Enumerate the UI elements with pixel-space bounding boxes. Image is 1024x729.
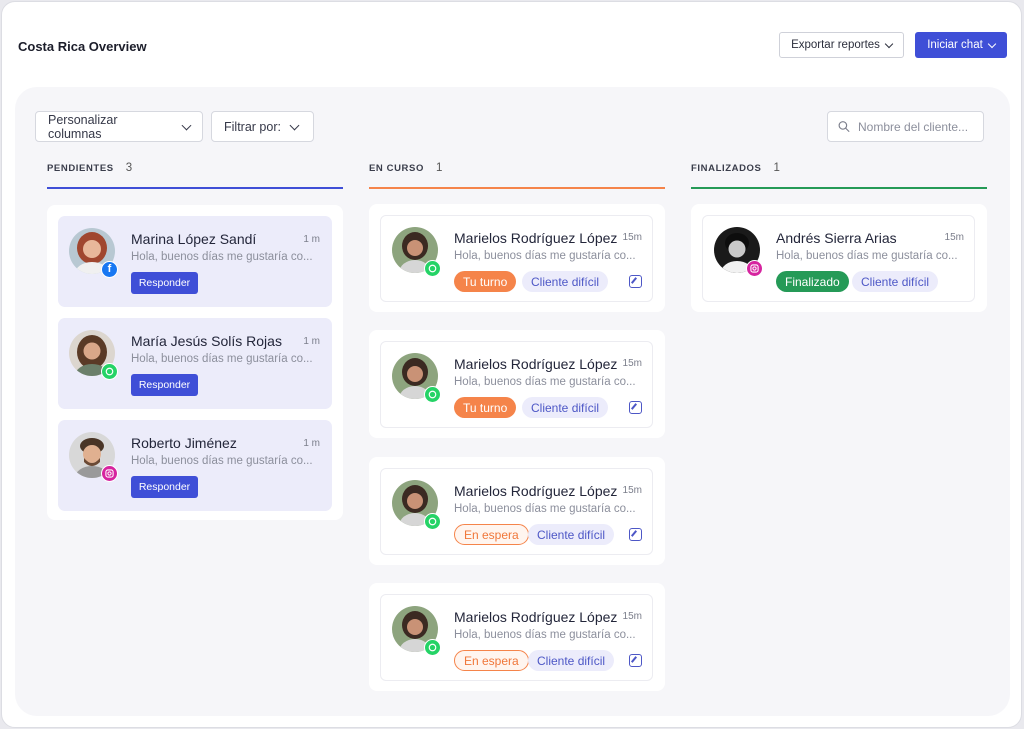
elapsed-time: 15m (622, 358, 642, 369)
column-title: FINALIZADOS (691, 163, 762, 174)
column-title: EN CURSO (369, 163, 424, 174)
status-badge: Finalizado (776, 271, 849, 292)
contact-name: Marina López Sandí (131, 231, 257, 247)
customize-columns-label: Personalizar columnas (48, 112, 118, 141)
export-label: Exportar reportes (791, 39, 880, 51)
column-title: PENDIENTES (47, 163, 114, 174)
status-badge: Tu turno (454, 271, 517, 292)
column-underline (691, 187, 987, 189)
column-header-pending: PENDIENTES 3 (47, 162, 343, 189)
contact-name: Marielos Rodríguez López (454, 230, 618, 246)
chevron-down-icon (987, 39, 997, 48)
chevron-down-icon (181, 120, 192, 130)
message-preview: Hola, buenos días me gustaría co... (131, 353, 313, 365)
elapsed-time: 15m (622, 232, 642, 243)
start-chat-button[interactable]: Iniciar chat (915, 32, 1007, 58)
in-progress-chat-card[interactable]: Marielos Rodríguez López 15m Hola, bueno… (369, 583, 665, 691)
finished-chat-card[interactable]: Andrés Sierra Arias 15m Hola, buenos día… (691, 204, 987, 312)
contact-name: Roberto Jiménez (131, 435, 237, 451)
start-chat-label: Iniciar chat (927, 39, 983, 51)
message-preview: Hola, buenos días me gustaría co... (776, 250, 958, 262)
in-progress-chat-card[interactable]: Marielos Rodríguez López 15m Hola, bueno… (369, 457, 665, 565)
contact-name: María Jesús Solís Rojas (131, 333, 282, 349)
contact-name: Andrés Sierra Arias (776, 230, 897, 246)
pending-chat-card[interactable]: Roberto Jiménez 1 m Hola, buenos días me… (58, 420, 332, 511)
message-preview: Hola, buenos días me gustaría co... (454, 629, 636, 641)
chat-card-inner: Marielos Rodríguez López 15m Hola, bueno… (380, 468, 653, 555)
column-header-in-progress: EN CURSO 1 (369, 162, 665, 189)
elapsed-time: 1 m (303, 438, 320, 449)
message-preview: Hola, buenos días me gustaría co... (454, 250, 636, 262)
client-tag: Cliente difícil (852, 271, 939, 292)
client-tag: Cliente difícil (522, 397, 609, 418)
filter-dropdown[interactable]: Filtrar por: (211, 111, 314, 142)
chat-card-inner: Marielos Rodríguez López 15m Hola, bueno… (380, 341, 653, 428)
pending-chat-card[interactable]: f Marina López Sandí 1 m Hola, buenos dí… (58, 216, 332, 307)
column-count: 3 (125, 162, 133, 174)
in-progress-chat-card[interactable]: Marielos Rodríguez López 15m Hola, bueno… (369, 204, 665, 312)
facebook-icon: f (101, 261, 118, 278)
column-header-finished: FINALIZADOS 1 (691, 162, 987, 189)
status-badge: En espera (454, 524, 529, 545)
client-tag: Cliente difícil (522, 271, 609, 292)
column-count: 1 (435, 162, 443, 174)
status-badge: En espera (454, 650, 529, 671)
column-underline (47, 187, 343, 189)
whatsapp-icon (424, 260, 441, 277)
client-tag: Cliente difícil (528, 650, 615, 671)
instagram-icon (746, 260, 763, 277)
contact-name: Marielos Rodríguez López (454, 356, 618, 372)
edit-icon[interactable] (629, 275, 642, 288)
whatsapp-icon (424, 386, 441, 403)
message-preview: Hola, buenos días me gustaría co... (131, 455, 313, 467)
search-input[interactable] (858, 119, 973, 134)
app-window: Costa Rica Overview Exportar reportes In… (1, 1, 1022, 728)
pending-chat-card[interactable]: María Jesús Solís Rojas 1 m Hola, buenos… (58, 318, 332, 409)
contact-name: Marielos Rodríguez López (454, 609, 618, 625)
elapsed-time: 1 m (303, 234, 320, 245)
elapsed-time: 15m (622, 611, 642, 622)
page-title: Costa Rica Overview (18, 39, 147, 54)
chevron-down-icon (884, 39, 894, 48)
chat-card-inner: Marielos Rodríguez López 15m Hola, bueno… (380, 594, 653, 681)
elapsed-time: 1 m (303, 336, 320, 347)
edit-icon[interactable] (629, 401, 642, 414)
customize-columns-dropdown[interactable]: Personalizar columnas (35, 111, 203, 142)
respond-button[interactable]: Responder (131, 374, 198, 396)
whatsapp-icon (424, 639, 441, 656)
respond-button[interactable]: Responder (131, 272, 198, 294)
edit-icon[interactable] (629, 654, 642, 667)
search-icon (838, 121, 850, 132)
elapsed-time: 15m (622, 485, 642, 496)
client-tag: Cliente difícil (528, 524, 615, 545)
status-badge: Tu turno (454, 397, 517, 418)
chat-card-inner: Marielos Rodríguez López 15m Hola, bueno… (380, 215, 653, 302)
edit-icon[interactable] (629, 528, 642, 541)
message-preview: Hola, buenos días me gustaría co... (454, 376, 636, 388)
respond-button[interactable]: Responder (131, 476, 198, 498)
chat-card-inner: Andrés Sierra Arias 15m Hola, buenos día… (702, 215, 975, 302)
in-progress-chat-card[interactable]: Marielos Rodríguez López 15m Hola, bueno… (369, 330, 665, 438)
client-search[interactable] (827, 111, 984, 142)
column-underline (369, 187, 665, 189)
instagram-icon (101, 465, 118, 482)
elapsed-time: 15m (944, 232, 964, 243)
chevron-down-icon (289, 120, 300, 130)
filter-label: Filtrar por: (224, 119, 281, 134)
message-preview: Hola, buenos días me gustaría co... (131, 251, 313, 263)
message-preview: Hola, buenos días me gustaría co... (454, 503, 636, 515)
contact-name: Marielos Rodríguez López (454, 483, 618, 499)
pending-column: f Marina López Sandí 1 m Hola, buenos dí… (47, 205, 343, 520)
whatsapp-icon (424, 513, 441, 530)
column-count: 1 (773, 162, 781, 174)
export-reports-button[interactable]: Exportar reportes (779, 32, 904, 58)
whatsapp-icon (101, 363, 118, 380)
